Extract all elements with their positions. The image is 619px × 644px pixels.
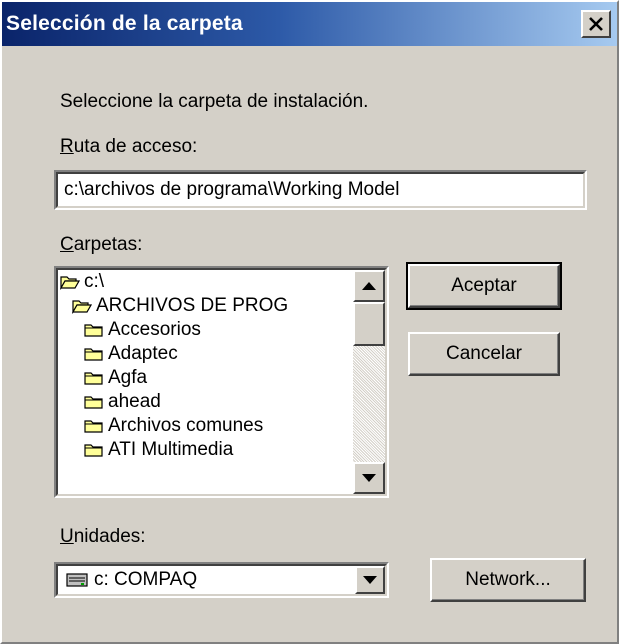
hard-drive-icon (66, 573, 88, 587)
path-label-text: uta de acceso: (73, 136, 198, 157)
path-input[interactable] (58, 174, 583, 206)
folder-list-items: c:\ ARCHIVOS DE PROG Accesorios Adaptec … (58, 270, 353, 494)
folder-open-icon (72, 300, 92, 314)
list-item[interactable]: ARCHIVOS DE PROG (58, 294, 353, 318)
folders-label-text: arpetas: (73, 234, 143, 255)
folders-label: Carpetas: (60, 234, 142, 256)
folder-list[interactable]: c:\ ARCHIVOS DE PROG Accesorios Adaptec … (54, 266, 389, 498)
scroll-up-button[interactable] (353, 270, 385, 302)
arrow-up-icon (362, 282, 376, 290)
close-icon (589, 17, 603, 31)
folder-label: c:\ (84, 271, 105, 292)
drives-label-mnemonic: U (60, 526, 74, 547)
folder-label: ATI Multimedia (108, 439, 234, 460)
arrow-down-icon (362, 474, 376, 482)
folder-label: Agfa (108, 367, 148, 388)
folder-icon (84, 372, 103, 385)
folder-icon (84, 324, 103, 337)
folder-selection-dialog: Selección de la carpeta Seleccione la ca… (0, 0, 619, 644)
folder-list-scrollbar[interactable] (353, 270, 385, 494)
ok-button[interactable]: Aceptar (406, 262, 562, 310)
list-item[interactable]: ahead (58, 390, 353, 414)
path-label-mnemonic: R (60, 136, 74, 157)
folder-label: Adaptec (108, 343, 178, 364)
folder-label: ARCHIVOS DE PROG (96, 295, 289, 316)
selected-drive: c: COMPAQ (94, 569, 198, 590)
drives-label-text: nidades: (73, 526, 146, 547)
network-button[interactable]: Network... (430, 558, 586, 602)
list-item[interactable]: ATI Multimedia (58, 438, 353, 462)
folder-open-icon (60, 276, 80, 290)
path-label: Ruta de acceso: (60, 136, 197, 158)
instructions-text: Seleccione la carpeta de instalación. (60, 91, 369, 112)
folder-label: Accesorios (108, 319, 201, 340)
list-item[interactable]: Adaptec (58, 342, 353, 366)
folder-icon (84, 396, 103, 409)
folder-icon (84, 348, 103, 361)
list-item[interactable]: Accesorios (58, 318, 353, 342)
folder-label: ahead (108, 391, 161, 412)
chevron-down-icon (363, 576, 377, 584)
folder-icon (84, 444, 103, 457)
scroll-thumb[interactable] (353, 302, 385, 346)
scroll-down-button[interactable] (353, 462, 385, 494)
list-item[interactable]: Agfa (58, 366, 353, 390)
folder-icon (84, 420, 103, 433)
list-item[interactable]: c:\ (58, 270, 353, 294)
cancel-button[interactable]: Cancelar (408, 332, 560, 376)
drive-select[interactable]: c: COMPAQ (54, 562, 389, 598)
window-title: Selección de la carpeta (6, 12, 243, 35)
close-button[interactable] (581, 10, 611, 38)
drive-dropdown-button[interactable] (355, 566, 385, 594)
folder-label: Archivos comunes (108, 415, 264, 436)
path-field[interactable] (54, 170, 587, 210)
list-item[interactable]: Archivos comunes (58, 414, 353, 438)
drives-label: Unidades: (60, 526, 146, 548)
title-bar: Selección de la carpeta (2, 2, 617, 46)
folders-label-mnemonic: C (60, 234, 74, 255)
